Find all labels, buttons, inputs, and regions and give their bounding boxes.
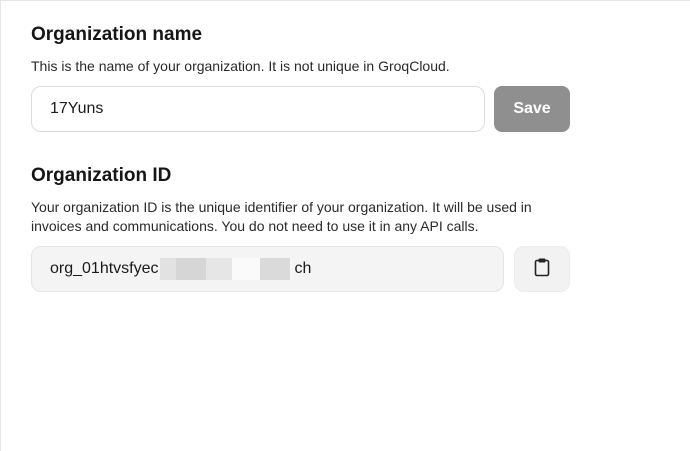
organization-name-description: This is the name of your organization. I… (31, 58, 450, 74)
clipboard-icon (533, 257, 551, 282)
organization-id-row: org_01htvsfyec ch (31, 246, 576, 292)
organization-id-section: Organization ID Your organization ID is … (31, 164, 576, 292)
organization-name-input[interactable] (31, 86, 485, 132)
organization-name-title: Organization name (31, 24, 203, 45)
organization-id-description: Your organization ID is the unique ident… (31, 199, 532, 234)
redaction-mask (159, 258, 294, 280)
organization-name-section: Organization name This is the name of yo… (31, 23, 576, 132)
organization-id-field[interactable]: org_01htvsfyec ch (31, 246, 504, 292)
organization-id-prefix: org_01htvsfyec (50, 260, 159, 277)
organization-id-title: Organization ID (31, 165, 172, 186)
organization-settings-page: Organization name This is the name of yo… (0, 0, 690, 451)
save-button[interactable]: Save (494, 86, 570, 132)
organization-name-row: Save (31, 86, 576, 132)
organization-id-suffix: ch (294, 260, 312, 277)
copy-id-button[interactable] (514, 246, 570, 292)
